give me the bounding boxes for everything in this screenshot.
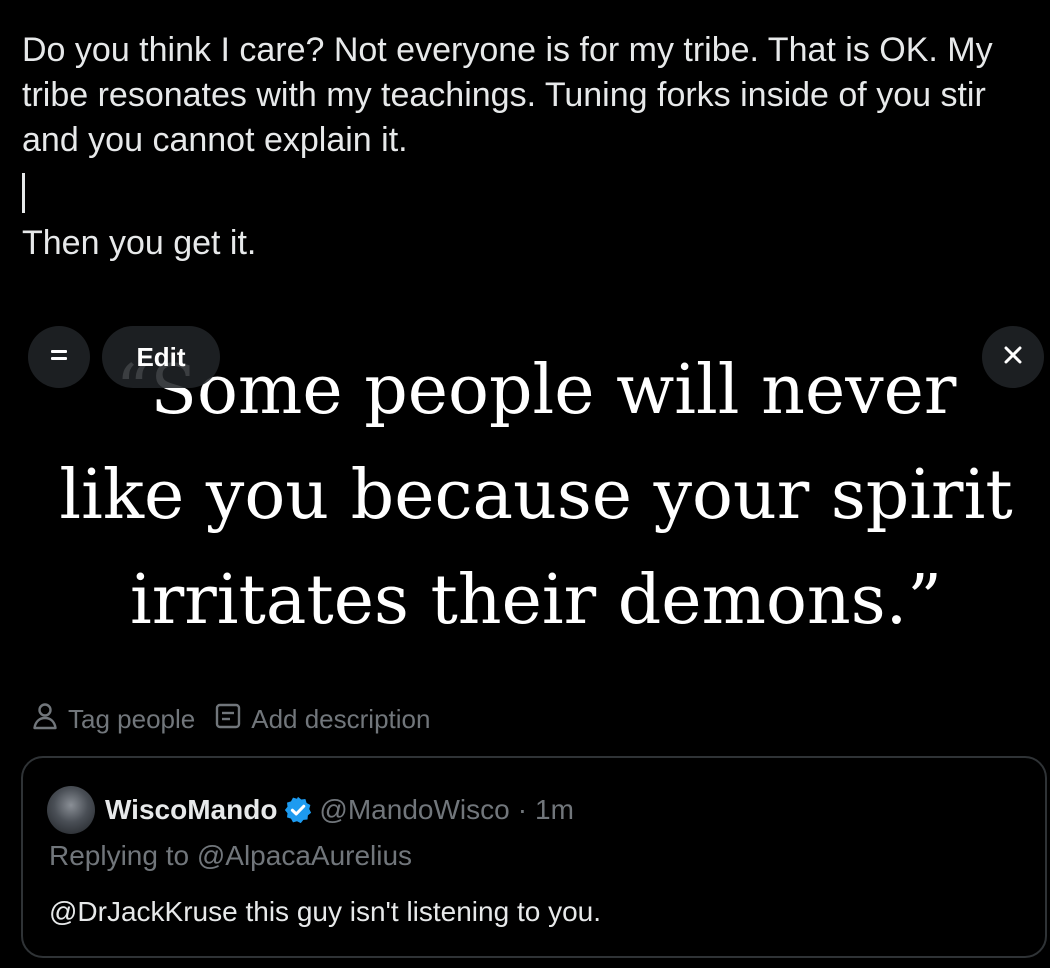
attached-image[interactable]: “Some people will never like you because…	[22, 320, 1050, 690]
media-options-button[interactable]	[28, 326, 90, 388]
verified-badge-icon	[283, 795, 313, 825]
tag-people-button[interactable]: Tag people	[32, 702, 195, 737]
avatar	[47, 786, 95, 834]
quoted-post[interactable]: WiscoMando @MandoWisco · 1m Replying to …	[21, 756, 1047, 958]
separator-dot: ·	[517, 794, 528, 825]
add-description-button[interactable]: Add description	[215, 702, 430, 737]
person-icon	[32, 702, 58, 737]
close-icon	[1000, 342, 1026, 373]
media-actions: Tag people Add description	[32, 702, 430, 737]
equals-icon	[46, 342, 72, 373]
text-cursor	[22, 173, 25, 213]
quoted-post-header: WiscoMando @MandoWisco · 1m	[47, 786, 574, 834]
edit-media-button[interactable]: Edit	[102, 326, 220, 388]
post-timestamp: 1m	[535, 794, 574, 825]
edit-label: Edit	[136, 341, 186, 372]
user-handle: @MandoWisco	[319, 794, 510, 825]
quote-line: irritates their demons.”	[130, 561, 942, 640]
composer-paragraph: Do you think I care? Not everyone is for…	[22, 31, 993, 159]
caption-icon	[215, 702, 241, 737]
quoted-post-body: @DrJackKruse this guy isn't listening to…	[49, 896, 602, 927]
post-composer-text[interactable]: Do you think I care? Not everyone is for…	[22, 28, 1050, 266]
quote-line: like you because your spirit	[59, 456, 1013, 535]
remove-media-button[interactable]	[982, 326, 1044, 388]
tag-people-label: Tag people	[68, 704, 196, 734]
replying-to-text: Replying to @AlpacaAurelius	[49, 840, 413, 871]
add-description-label: Add description	[251, 704, 431, 734]
display-name: WiscoMando	[105, 794, 278, 825]
composer-paragraph: Then you get it.	[22, 224, 257, 262]
